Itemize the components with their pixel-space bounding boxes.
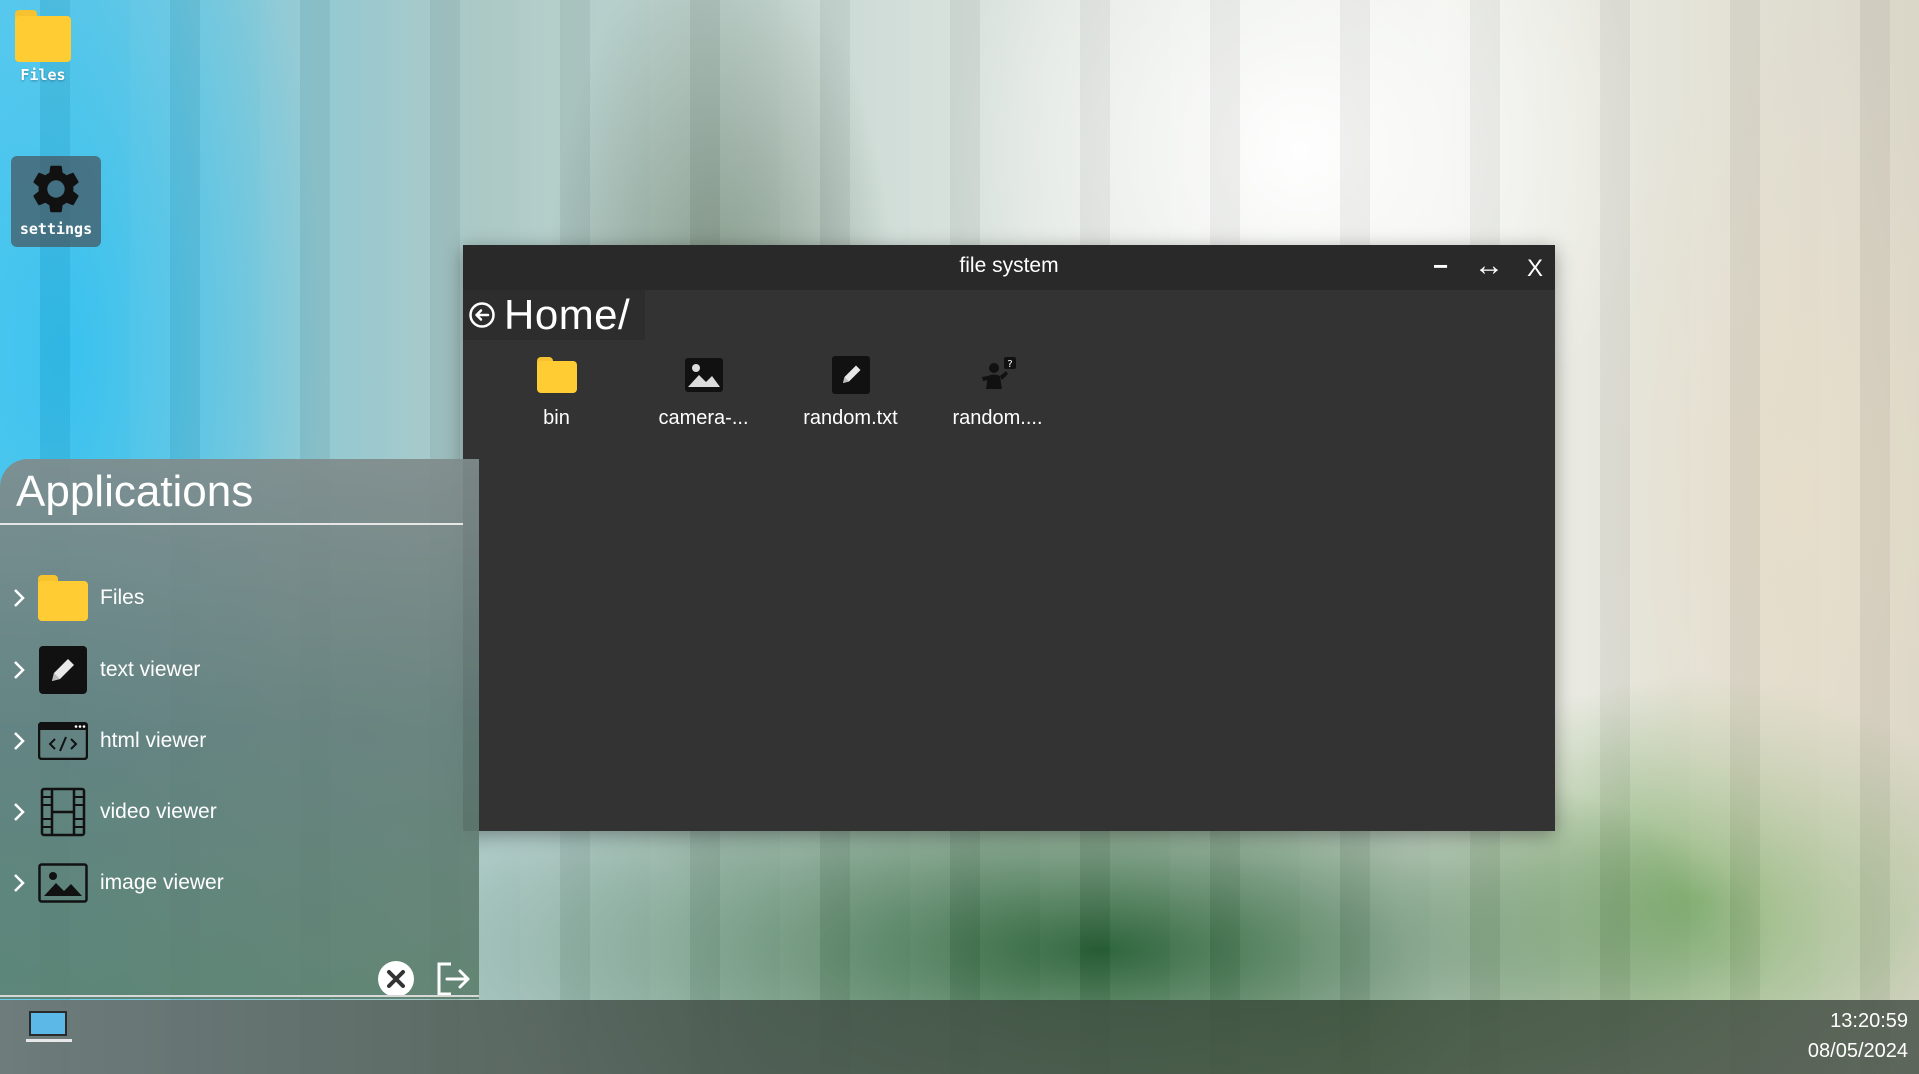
back-arrow-icon[interactable] [468,301,496,329]
divider [0,523,463,525]
clock: 13:20:59 08/05/2024 [1808,1006,1908,1066]
file-name: random.txt [803,407,898,429]
code-window-icon [38,722,88,760]
file-item-bin[interactable]: bin [483,355,630,430]
divider [0,995,479,997]
app-item-video-viewer[interactable]: video viewer [0,784,217,840]
image-file-icon [684,358,723,392]
minimize-button[interactable]: − [1433,251,1448,281]
close-button[interactable]: X [1527,254,1543,284]
folder-icon [38,575,88,621]
file-name: camera-... [658,407,749,429]
chevron-right-icon [14,732,25,750]
clock-time: 13:20:59 [1830,1010,1908,1032]
logout-button[interactable] [434,959,474,999]
desktop-icon-label: settings [19,220,93,238]
app-item-label: video viewer [100,800,217,823]
file-item-random-unknown[interactable]: ? random.... [924,355,1071,430]
file-name: bin [543,407,570,429]
folder-icon [15,10,71,62]
close-menu-button[interactable] [376,959,416,999]
clock-date: 08/05/2024 [1807,1040,1908,1062]
logout-icon [437,962,470,996]
window-titlebar[interactable]: file system − ↔ X [463,245,1555,290]
file-item-camera[interactable]: camera-... [630,355,777,430]
app-item-label: Files [100,586,145,609]
picture-icon [38,863,88,903]
file-name: random.... [952,407,1043,429]
applications-panel: Applications Files text viewer html view… [0,459,479,999]
gear-icon [33,165,79,213]
film-icon [40,787,86,837]
path-bar: Home/ [463,290,645,340]
app-item-files[interactable]: Files [0,570,144,626]
desktop-icon-settings[interactable]: settings [11,156,101,247]
app-item-label: image viewer [100,871,224,894]
close-circle-icon [378,961,414,997]
app-item-label: html viewer [100,729,207,752]
chevron-right-icon [14,803,25,821]
text-file-icon [831,356,870,394]
app-item-text-viewer[interactable]: text viewer [0,642,200,698]
window-title: file system [959,254,1059,277]
taskbar: 13:20:59 08/05/2024 [0,1000,1919,1074]
unknown-file-icon: ? [981,357,1016,389]
chevron-right-icon [14,589,25,607]
svg-text:?: ? [1007,359,1012,370]
pencil-icon [39,646,87,694]
maximize-button[interactable]: ↔ [1474,251,1504,281]
applications-title: Applications [16,467,254,516]
file-system-window: file system − ↔ X Home/ bin camera-... r… [463,245,1555,831]
monitor-icon [29,1011,67,1036]
desktop-icon-label: Files [20,66,66,84]
file-item-random-txt[interactable]: random.txt [777,355,924,430]
file-grid: bin camera-... random.txt ? random.... [483,355,1071,430]
chevron-right-icon [14,874,25,892]
current-path: Home/ [504,291,631,338]
app-item-image-viewer[interactable]: image viewer [0,855,224,911]
app-item-label: text viewer [100,658,201,681]
chevron-right-icon [14,661,25,679]
app-item-html-viewer[interactable]: html viewer [0,713,206,769]
desktop-icon-files[interactable]: Files [12,10,74,84]
folder-icon [536,357,577,393]
start-menu-button[interactable] [26,1011,72,1045]
